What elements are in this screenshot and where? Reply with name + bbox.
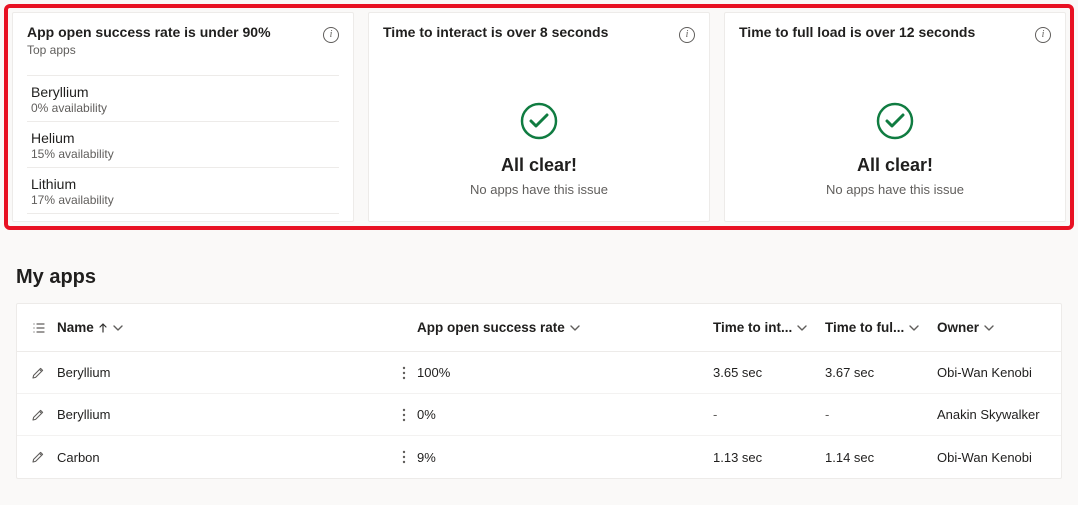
app-name: Lithium	[31, 176, 339, 192]
col-header-tfl[interactable]: Time to ful...	[825, 320, 937, 335]
table-row[interactable]: Beryllium 0% - - Anakin Skywalker	[17, 394, 1061, 436]
row-menu-icon[interactable]	[391, 408, 417, 422]
col-header-label: Name	[57, 320, 94, 335]
cell-rate: 9%	[417, 450, 713, 465]
card-title: Time to interact is over 8 seconds	[383, 23, 608, 41]
app-availability: 0% availability	[31, 101, 339, 115]
cell-name: Beryllium	[57, 407, 391, 422]
chevron-down-icon	[908, 322, 920, 334]
table-header: Name App open success rate Time to int..…	[17, 304, 1061, 352]
list-item[interactable]: Beryllium 0% availability	[27, 75, 339, 121]
col-header-label: Time to int...	[713, 320, 792, 335]
edit-icon[interactable]	[31, 366, 57, 380]
sort-asc-icon	[98, 323, 108, 333]
table-row[interactable]: Carbon 9% 1.13 sec 1.14 sec Obi-Wan Keno…	[17, 436, 1061, 478]
cell-tfl: 1.14 sec	[825, 450, 937, 465]
card-success-rate: App open success rate is under 90% Top a…	[12, 12, 354, 222]
col-header-label: Owner	[937, 320, 979, 335]
cell-tti: -	[713, 407, 825, 422]
info-icon[interactable]	[323, 27, 339, 43]
table-row[interactable]: Beryllium 100% 3.65 sec 3.67 sec Obi-Wan…	[17, 352, 1061, 394]
check-circle-icon	[519, 101, 559, 141]
chevron-down-icon	[983, 322, 995, 334]
top-apps-list: Beryllium 0% availability Helium 15% ava…	[27, 75, 339, 214]
cell-owner: Anakin Skywalker	[937, 407, 1047, 422]
apps-table: Name App open success rate Time to int..…	[16, 303, 1062, 479]
card-title: App open success rate is under 90%	[27, 23, 271, 41]
row-menu-icon[interactable]	[391, 450, 417, 464]
cell-rate: 0%	[417, 407, 713, 422]
cell-name: Carbon	[57, 450, 391, 465]
app-name: Helium	[31, 130, 339, 146]
clear-title: All clear!	[739, 155, 1051, 176]
cell-tfl: 3.67 sec	[825, 365, 937, 380]
info-icon[interactable]	[1035, 27, 1051, 43]
col-header-rate[interactable]: App open success rate	[417, 320, 713, 335]
info-icon[interactable]	[679, 27, 695, 43]
col-header-label: App open success rate	[417, 320, 565, 335]
clear-subtitle: No apps have this issue	[383, 182, 695, 197]
edit-icon[interactable]	[31, 450, 57, 464]
cell-name: Beryllium	[57, 365, 391, 380]
cell-owner: Obi-Wan Kenobi	[937, 450, 1047, 465]
cell-owner: Obi-Wan Kenobi	[937, 365, 1047, 380]
app-availability: 17% availability	[31, 193, 339, 207]
card-time-interact: Time to interact is over 8 seconds All c…	[368, 12, 710, 222]
app-availability: 15% availability	[31, 147, 339, 161]
chevron-down-icon	[569, 322, 581, 334]
col-header-label: Time to ful...	[825, 320, 904, 335]
clear-title: All clear!	[383, 155, 695, 176]
chevron-down-icon	[112, 322, 124, 334]
card-title: Time to full load is over 12 seconds	[739, 23, 975, 41]
col-header-name[interactable]: Name	[57, 320, 391, 335]
card-subtitle: Top apps	[27, 43, 271, 57]
col-header-owner[interactable]: Owner	[937, 320, 1047, 335]
check-circle-icon	[875, 101, 915, 141]
cell-rate: 100%	[417, 365, 713, 380]
card-time-full-load: Time to full load is over 12 seconds All…	[724, 12, 1066, 222]
edit-icon[interactable]	[31, 408, 57, 422]
order-number-icon[interactable]	[31, 320, 57, 336]
list-item[interactable]: Helium 15% availability	[27, 121, 339, 167]
chevron-down-icon	[796, 322, 808, 334]
col-header-tti[interactable]: Time to int...	[713, 320, 825, 335]
list-item[interactable]: Lithium 17% availability	[27, 167, 339, 214]
cell-tfl: -	[825, 407, 937, 422]
section-title: My apps	[16, 266, 1078, 289]
insight-cards-highlight: App open success rate is under 90% Top a…	[4, 4, 1074, 230]
row-menu-icon[interactable]	[391, 366, 417, 380]
cell-tti: 3.65 sec	[713, 365, 825, 380]
clear-subtitle: No apps have this issue	[739, 182, 1051, 197]
cell-tti: 1.13 sec	[713, 450, 825, 465]
app-name: Beryllium	[31, 84, 339, 100]
